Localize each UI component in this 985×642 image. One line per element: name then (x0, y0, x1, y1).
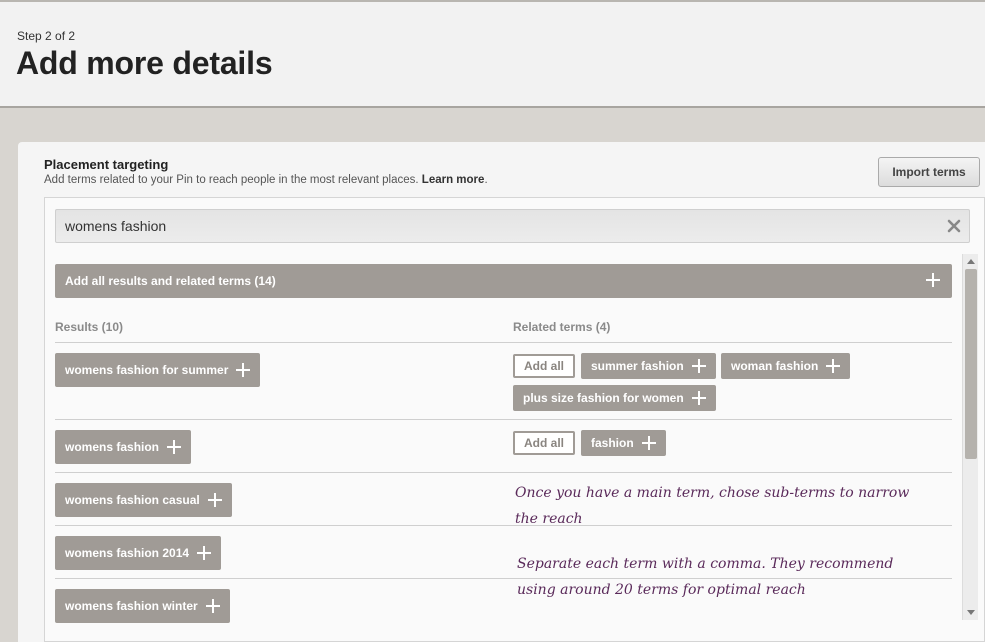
related-term-label: fashion (591, 436, 634, 450)
result-chip-label: womens fashion (65, 440, 160, 454)
plus-icon (641, 436, 656, 450)
annotation-note: Separate each term with a comma. They re… (517, 551, 893, 603)
learn-more-link[interactable]: Learn more (422, 174, 485, 186)
related-term-label: woman fashion (731, 359, 819, 373)
add-all-results-label: Add all results and related terms (14) (65, 274, 276, 288)
result-chip[interactable]: womens fashion 2014 (55, 536, 222, 570)
search-input[interactable] (65, 210, 925, 242)
result-chip-label: womens fashion for summer (65, 363, 229, 377)
result-chip[interactable]: womens fashion winter (55, 589, 230, 623)
add-all-results-button[interactable]: Add all results and related terms (14) (55, 264, 952, 298)
result-chip[interactable]: womens fashion casual (55, 483, 232, 517)
related-term-label: plus size fashion for women (523, 391, 684, 405)
related-term-chip[interactable]: fashion (581, 430, 666, 456)
result-chip-label: womens fashion winter (65, 599, 198, 613)
plus-icon (691, 391, 706, 405)
add-all-related-button[interactable]: Add all (513, 354, 575, 378)
placement-subtitle-text: Add terms related to your Pin to reach p… (44, 174, 419, 186)
plus-icon (207, 493, 222, 507)
divider (55, 342, 952, 343)
scrollbar[interactable] (962, 254, 978, 620)
step-indicator: Step 2 of 2 (17, 29, 76, 43)
plus-icon (197, 546, 212, 560)
result-chip-label: womens fashion casual (65, 493, 200, 507)
close-icon[interactable] (945, 217, 963, 235)
annotation-line: using around 20 terms for optimal reach (517, 582, 806, 598)
plus-icon (691, 359, 706, 373)
result-chip-label: womens fashion 2014 (65, 546, 190, 560)
scrollbar-thumb[interactable] (965, 269, 977, 459)
divider (55, 419, 952, 420)
related-term-chip[interactable]: summer fashion (581, 353, 716, 379)
placement-subtitle: Add terms related to your Pin to reach p… (44, 174, 488, 186)
related-term-chip[interactable]: plus size fashion for women (513, 385, 716, 411)
plus-icon (236, 363, 251, 377)
plus-icon (926, 273, 940, 287)
annotation-line: Separate each term with a comma. They re… (517, 556, 894, 572)
result-chip[interactable]: womens fashion for summer (55, 353, 261, 387)
result-chip[interactable]: womens fashion (55, 430, 192, 464)
results-header: Results (10) (55, 320, 124, 334)
import-terms-button[interactable]: Import terms (878, 157, 980, 187)
scroll-up-arrow-icon[interactable] (967, 259, 975, 264)
related-term-label: summer fashion (591, 359, 684, 373)
placement-title: Placement targeting (44, 157, 169, 172)
search-box (55, 209, 970, 243)
scroll-down-arrow-icon[interactable] (967, 610, 975, 615)
add-all-related-button[interactable]: Add all (513, 431, 575, 455)
related-term-chip[interactable]: woman fashion (721, 353, 851, 379)
subtitle-period: . (484, 174, 488, 186)
plus-icon (167, 440, 182, 454)
plus-icon (826, 359, 841, 373)
related-terms-header: Related terms (4) (513, 320, 611, 334)
annotation-line: Once you have a main term, chose sub-ter… (515, 485, 910, 501)
plus-icon (205, 599, 220, 613)
divider (55, 472, 952, 473)
annotation-note: Once you have a main term, chose sub-ter… (515, 480, 909, 532)
annotation-line: the reach (515, 511, 583, 527)
page-title: Add more details (16, 45, 273, 81)
page-header: Step 2 of 2 Add more details (0, 0, 985, 108)
